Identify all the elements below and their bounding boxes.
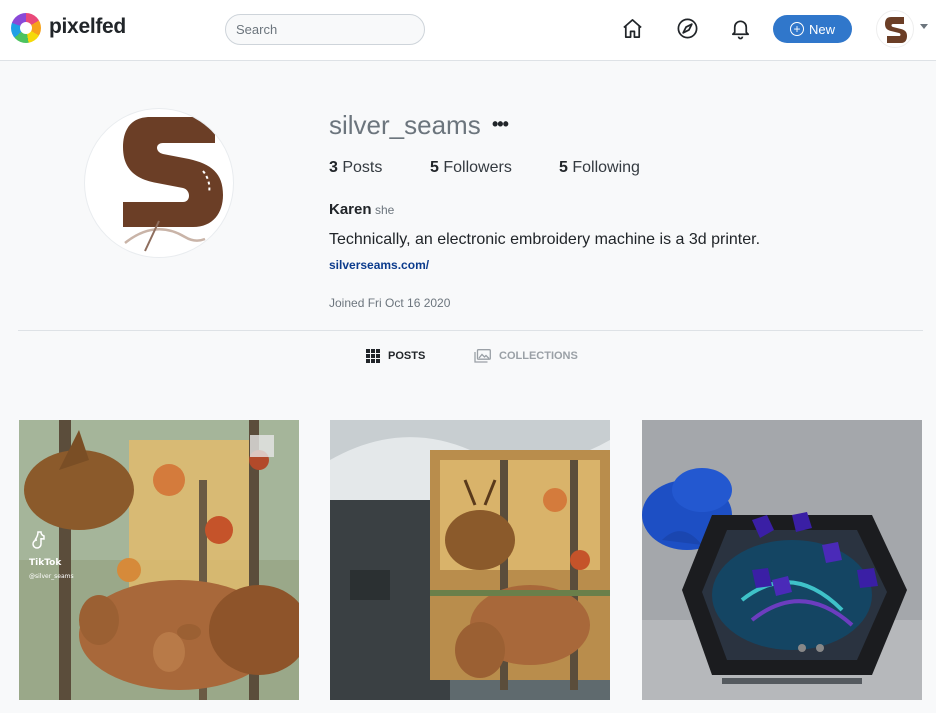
- pronouns: she: [375, 203, 395, 217]
- tiktok-watermark-handle: @silver_seams: [29, 573, 74, 580]
- top-navbar: pixelfed + New: [0, 0, 936, 61]
- display-name: Karen: [329, 201, 372, 218]
- followers-count: 5: [430, 159, 439, 176]
- posts-label: Posts: [342, 159, 383, 176]
- search-input[interactable]: [225, 14, 425, 45]
- brand-name[interactable]: pixelfed: [49, 15, 126, 39]
- profile-username: silver_seams: [329, 110, 481, 140]
- chevron-down-icon[interactable]: [920, 24, 928, 29]
- tab-posts[interactable]: POSTS: [366, 349, 425, 363]
- grid-icon: [366, 349, 380, 363]
- followers-label: Followers: [443, 159, 512, 176]
- posts-stat[interactable]: 3 Posts: [329, 159, 382, 177]
- post-thumbnail-3[interactable]: [642, 420, 922, 700]
- plus-circle-icon: +: [789, 22, 804, 36]
- following-label: Following: [572, 159, 640, 176]
- home-icon[interactable]: [619, 15, 645, 41]
- user-avatar-menu[interactable]: [876, 10, 914, 48]
- post-thumbnail-2[interactable]: [330, 420, 610, 700]
- pixelfed-logo-icon[interactable]: [11, 13, 41, 43]
- tab-collections[interactable]: COLLECTIONS: [474, 349, 578, 363]
- tab-posts-label: POSTS: [388, 350, 426, 362]
- tiktok-watermark-brand: TikTok: [29, 558, 62, 568]
- tab-collections-label: COLLECTIONS: [499, 350, 578, 362]
- website-link[interactable]: silverseams.com/: [329, 258, 429, 272]
- notifications-bell-icon[interactable]: [727, 15, 753, 41]
- profile-avatar: [84, 108, 234, 258]
- followers-stat[interactable]: 5 Followers: [430, 159, 512, 177]
- joined-date: Joined Fri Oct 16 2020: [329, 296, 451, 310]
- profile-bio: Technically, an electronic embroidery ma…: [329, 231, 761, 248]
- more-options-icon[interactable]: •••: [492, 114, 509, 135]
- new-post-button[interactable]: + New: [773, 15, 852, 43]
- new-post-label: New: [808, 21, 835, 37]
- collections-icon: [474, 349, 491, 363]
- explore-compass-icon[interactable]: [674, 15, 700, 41]
- posts-count: 3: [329, 159, 338, 176]
- divider: [18, 330, 923, 331]
- following-stat[interactable]: 5 Following: [559, 159, 640, 177]
- post-thumbnail-1[interactable]: TikTok @silver_seams: [19, 420, 299, 700]
- following-count: 5: [559, 159, 568, 176]
